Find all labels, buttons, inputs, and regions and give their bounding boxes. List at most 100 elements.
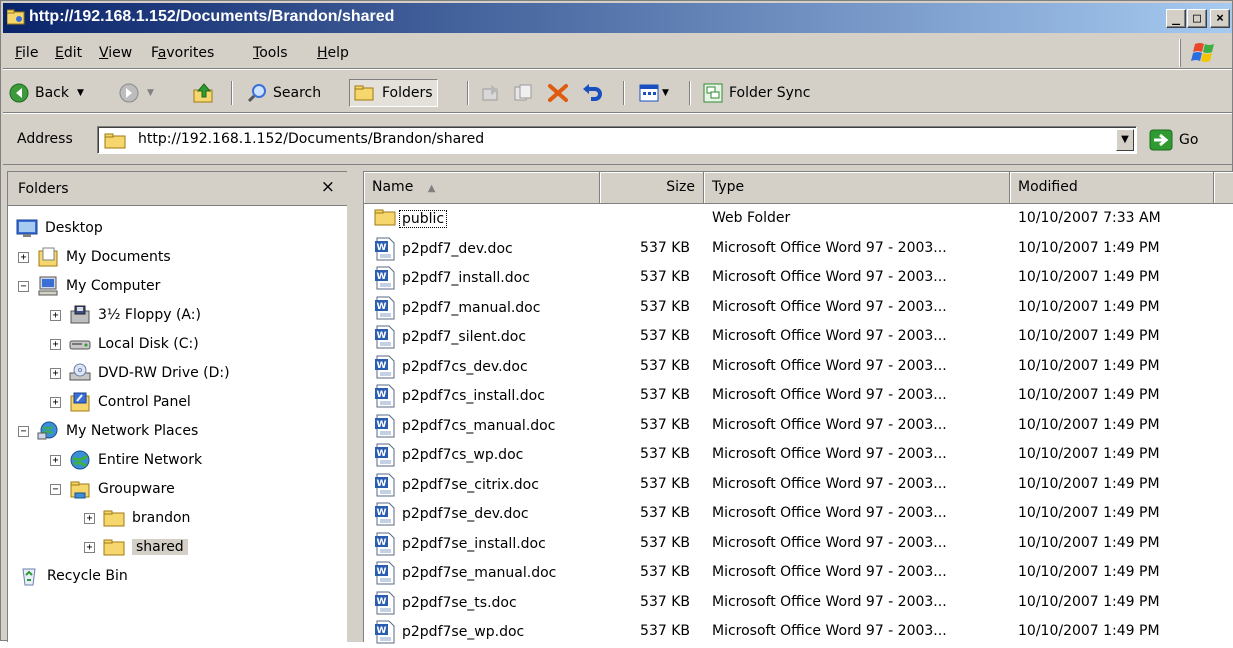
back-dropdown-icon[interactable]: ▼ xyxy=(77,88,84,98)
tree-item[interactable]: + Control Panel xyxy=(50,388,191,416)
menu-file[interactable]: File xyxy=(15,45,38,61)
tree-item-label: DVD-RW Drive (D:) xyxy=(98,365,230,381)
table-row[interactable]: Wp2pdf7se_citrix.doc 537 KB Microsoft Offi… xyxy=(364,471,1233,500)
tree-item-label: Desktop xyxy=(45,220,103,236)
file-size: 537 KB xyxy=(640,593,690,610)
expand-icon[interactable]: + xyxy=(50,367,61,379)
menu-edit[interactable]: Edit xyxy=(55,45,82,61)
tree-item[interactable]: + Entire Network xyxy=(50,446,202,474)
pane-splitter[interactable] xyxy=(347,171,363,642)
folders-button[interactable]: Folders xyxy=(349,79,438,107)
file-name-cell: Wp2pdf7se_ts.doc xyxy=(374,591,519,615)
expand-icon[interactable]: + xyxy=(18,251,29,263)
collapse-icon[interactable]: − xyxy=(18,425,29,437)
expand-icon[interactable]: + xyxy=(50,396,61,408)
file-name: p2pdf7cs_install.doc xyxy=(402,388,545,404)
tree-item[interactable]: + DVD-RW Drive (D:) xyxy=(50,359,230,387)
move-to-button[interactable] xyxy=(481,79,501,107)
collapse-icon[interactable]: − xyxy=(18,280,29,292)
table-row[interactable]: Wp2pdf7se_dev.doc 537 KB Microsoft Office … xyxy=(364,500,1233,529)
table-row[interactable]: Wp2pdf7cs_dev.doc 537 KB Microsoft Office … xyxy=(364,353,1233,382)
folder-sync-button[interactable]: Folder Sync xyxy=(703,79,810,107)
menu-help[interactable]: Help xyxy=(317,45,349,61)
tree-item[interactable]: − Groupware xyxy=(50,475,175,503)
word-doc-icon: W xyxy=(374,473,396,497)
forward-button[interactable]: ▼ xyxy=(119,79,154,107)
word-doc-icon: W xyxy=(374,561,396,585)
table-row[interactable]: Wp2pdf7_install.doc 537 KB Microsoft Offic… xyxy=(364,264,1233,293)
maximize-button[interactable]: □ xyxy=(1187,9,1207,28)
expand-icon[interactable]: + xyxy=(50,338,61,350)
table-row[interactable]: Wp2pdf7_silent.doc 537 KB Microsoft Office… xyxy=(364,323,1233,352)
table-row[interactable]: Wp2pdf7se_wp.doc 537 KB Microsoft Office W… xyxy=(364,618,1233,647)
file-name-cell: Wp2pdf7cs_manual.doc xyxy=(374,414,557,438)
minimize-button[interactable]: _ xyxy=(1166,9,1186,28)
file-size: 537 KB xyxy=(640,446,690,462)
file-name: p2pdf7se_dev.doc xyxy=(402,506,529,522)
column-header-size[interactable]: Size xyxy=(600,172,704,204)
up-folder-button[interactable] xyxy=(193,79,215,107)
tree-item[interactable]: + shared xyxy=(84,533,188,561)
menu-tools[interactable]: Tools xyxy=(253,45,288,61)
views-button[interactable]: ▼ xyxy=(639,79,669,107)
forward-dropdown-icon[interactable]: ▼ xyxy=(147,88,154,98)
file-modified: 10/10/2007 1:49 PM xyxy=(1018,298,1160,315)
tree-item[interactable]: +3½ Floppy (A:) xyxy=(50,301,201,329)
table-row[interactable]: public Web Folder 10/10/2007 7:33 AM xyxy=(364,205,1233,234)
go-button[interactable]: Go xyxy=(1149,127,1198,153)
tree-item-label: Local Disk (C:) xyxy=(98,336,199,352)
tree-item[interactable]: − My Computer xyxy=(18,272,160,300)
table-row[interactable]: Wp2pdf7se_install.doc 537 KB Microsoft Off… xyxy=(364,530,1233,559)
file-name-cell: Wp2pdf7se_citrix.doc xyxy=(374,473,541,497)
file-name: p2pdf7_silent.doc xyxy=(402,329,527,345)
copy-to-button[interactable] xyxy=(513,79,533,107)
table-row[interactable]: Wp2pdf7cs_manual.doc 537 KB Microsoft Offi… xyxy=(364,412,1233,441)
tree-item[interactable]: + My Documents xyxy=(18,243,171,271)
menu-favorites[interactable]: Favorites xyxy=(151,45,214,61)
expand-icon[interactable]: + xyxy=(84,541,95,553)
search-button[interactable]: Search xyxy=(247,79,321,107)
tree-item[interactable]: Desktop xyxy=(16,214,103,242)
tree-item[interactable]: − My Network Places xyxy=(18,417,198,445)
delete-x-icon xyxy=(548,84,568,102)
file-type: Microsoft Office Word 97 - 2003... xyxy=(712,475,947,492)
views-dropdown-icon[interactable]: ▼ xyxy=(662,88,669,98)
file-type: Microsoft Office Word 97 - 2003... xyxy=(712,593,947,610)
table-row[interactable]: Wp2pdf7_manual.doc 537 KB Microsoft Office… xyxy=(364,294,1233,323)
close-button[interactable]: × xyxy=(1210,9,1230,28)
word-doc-icon: W xyxy=(374,296,396,320)
table-row[interactable]: Wp2pdf7_dev.doc 537 KB Microsoft Office Wo… xyxy=(364,235,1233,264)
back-button[interactable]: Back ▼ xyxy=(9,79,84,107)
file-size: 537 KB xyxy=(640,416,690,433)
tree-item[interactable]: + Local Disk (C:) xyxy=(50,330,199,358)
table-row[interactable]: Wp2pdf7cs_install.doc 537 KB Microsoft Off… xyxy=(364,382,1233,411)
column-header-type[interactable]: Type xyxy=(704,172,1010,204)
file-size: 537 KB xyxy=(640,564,690,580)
tree-item-label: brandon xyxy=(132,510,191,526)
table-row[interactable]: Wp2pdf7se_manual.doc 537 KB Microsoft Offi… xyxy=(364,559,1233,588)
expand-icon[interactable]: + xyxy=(84,512,95,524)
column-header-modified[interactable]: Modified xyxy=(1010,172,1214,204)
my-computer-icon xyxy=(37,276,59,296)
delete-button[interactable] xyxy=(547,79,569,107)
dvd-drive-icon xyxy=(69,363,91,383)
table-row[interactable]: Wp2pdf7se_ts.doc 537 KB Microsoft Office W… xyxy=(364,589,1233,618)
tree-item[interactable]: Recycle Bin xyxy=(18,562,128,590)
title-bar[interactable]: http://192.168.1.152/Documents/Brandon/s… xyxy=(3,3,1232,33)
file-name-cell: Wp2pdf7cs_wp.doc xyxy=(374,443,525,467)
expand-icon[interactable]: + xyxy=(50,454,61,466)
address-input[interactable]: http://192.168.1.152/Documents/Brandon/s… xyxy=(97,126,1137,154)
table-row[interactable]: Wp2pdf7cs_wp.doc 537 KB Microsoft Office W… xyxy=(364,441,1233,470)
folder-icon xyxy=(104,133,126,149)
expand-icon[interactable]: + xyxy=(50,309,61,321)
address-dropdown-button[interactable]: ▼ xyxy=(1116,129,1134,151)
svg-text:W: W xyxy=(377,302,387,312)
menu-view[interactable]: View xyxy=(99,45,132,61)
tree-item[interactable]: + brandon xyxy=(84,504,190,532)
close-icon[interactable]: × xyxy=(321,177,335,197)
floppy-icon xyxy=(69,305,91,325)
undo-button[interactable] xyxy=(581,79,603,107)
collapse-icon[interactable]: − xyxy=(50,483,61,495)
up-folder-icon xyxy=(193,83,213,103)
column-header-name[interactable]: Name ▲ xyxy=(364,172,600,204)
